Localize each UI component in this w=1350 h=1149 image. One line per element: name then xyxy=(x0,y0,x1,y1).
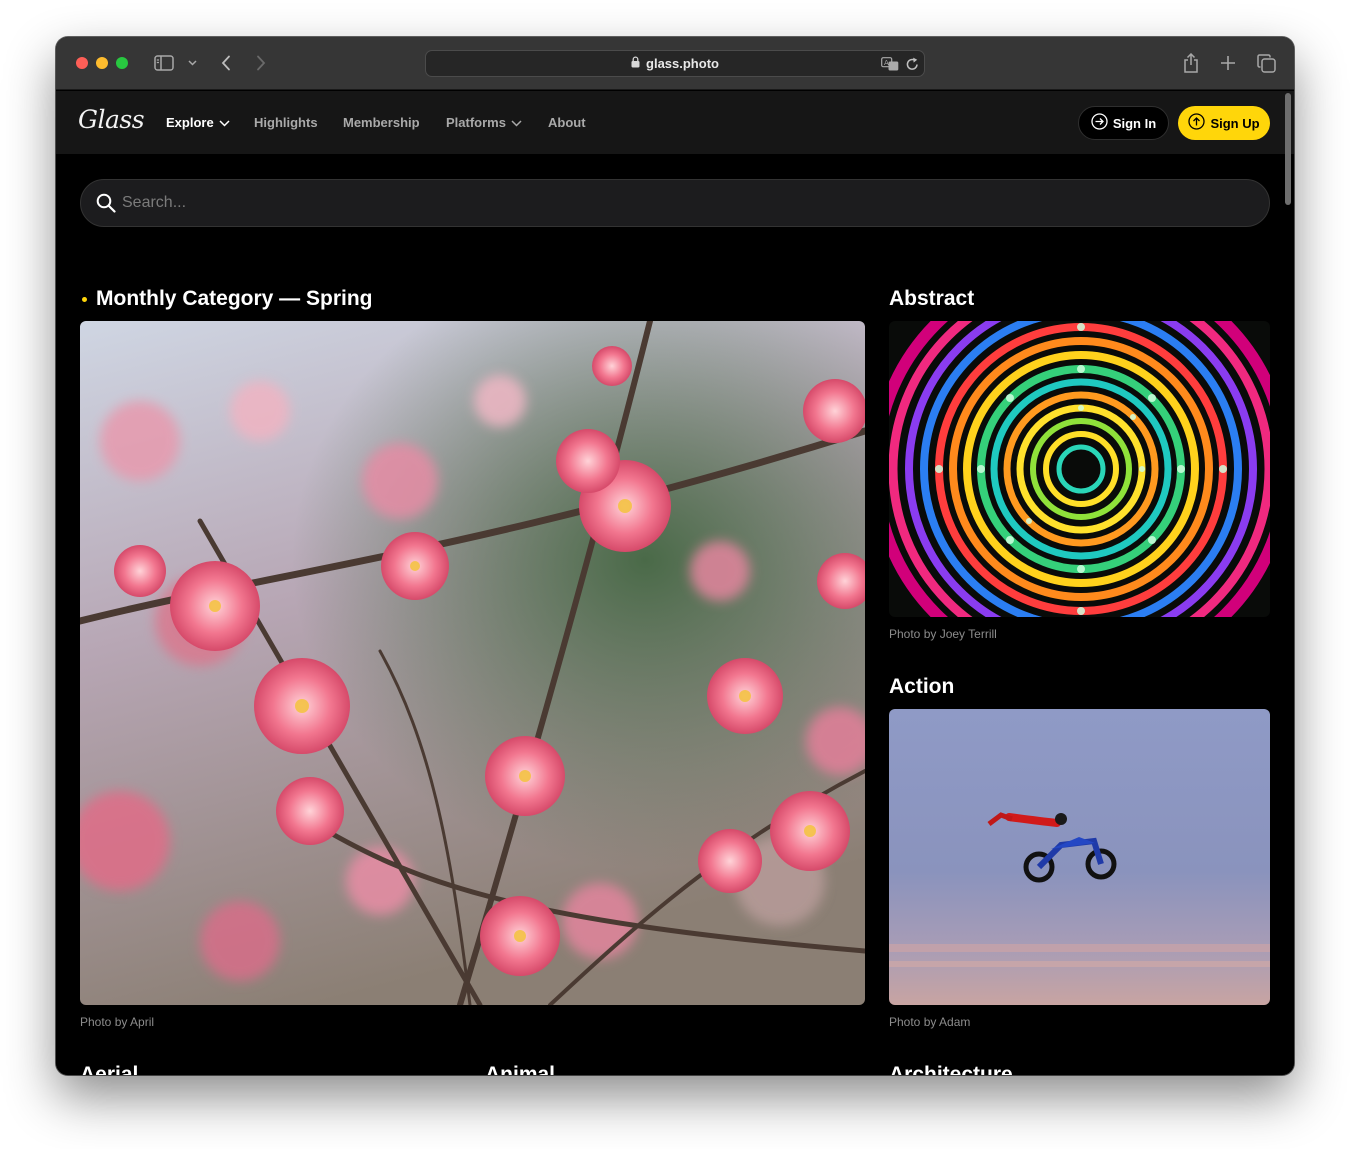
accent-dot-icon xyxy=(82,296,87,302)
abstract-photo[interactable] xyxy=(889,321,1270,617)
forward-icon[interactable] xyxy=(253,51,269,75)
sign-in-arrow-icon xyxy=(1091,113,1108,133)
url-text: glass.photo xyxy=(646,56,719,71)
reload-icon[interactable] xyxy=(906,55,919,73)
abstract-credit[interactable]: Photo by Joey Terrill xyxy=(889,627,997,641)
sign-in-label: Sign In xyxy=(1112,115,1157,131)
nav-explore-label: Explore xyxy=(166,115,214,130)
sign-up-arrow-icon xyxy=(1188,113,1206,133)
category-title-architecture[interactable]: Architecture xyxy=(889,1063,1013,1075)
site-header: Glass Explore Highlights Membership Plat… xyxy=(56,91,1294,154)
web-page: Glass Explore Highlights Membership Plat… xyxy=(56,91,1294,1075)
sign-in-button[interactable]: Sign In xyxy=(1078,106,1169,140)
translate-icon[interactable]: A xyxy=(881,55,899,73)
back-icon[interactable] xyxy=(218,51,234,75)
search-icon xyxy=(96,193,116,218)
category-title-aerial[interactable]: Aerial xyxy=(80,1063,138,1075)
action-photo[interactable] xyxy=(889,709,1270,1005)
browser-toolbar: glass.photo A xyxy=(56,37,1294,90)
svg-text:A: A xyxy=(884,59,889,67)
tab-overview-icon[interactable] xyxy=(1255,51,1277,75)
glass-logo[interactable]: Glass xyxy=(78,105,145,134)
nav-highlights[interactable]: Highlights xyxy=(254,115,318,130)
browser-window: glass.photo A Glass Explore Highlights M… xyxy=(56,37,1294,1075)
nav-platforms-label: Platforms xyxy=(446,115,506,130)
sign-up-button[interactable]: Sign Up xyxy=(1178,106,1270,140)
address-bar[interactable]: glass.photo A xyxy=(425,50,925,77)
zoom-window-button[interactable] xyxy=(116,57,128,69)
featured-title[interactable]: Monthly Category — Spring xyxy=(80,287,373,311)
action-credit[interactable]: Photo by Adam xyxy=(889,1015,970,1029)
nav-membership[interactable]: Membership xyxy=(343,115,420,130)
search-bar[interactable] xyxy=(80,179,1270,227)
featured-photo[interactable] xyxy=(80,321,865,1005)
page-scrollbar[interactable] xyxy=(1285,93,1291,205)
featured-credit[interactable]: Photo by April xyxy=(80,1015,154,1029)
category-title-abstract[interactable]: Abstract xyxy=(889,287,974,311)
chevron-down-icon xyxy=(511,115,522,130)
lock-icon xyxy=(631,56,640,71)
close-window-button[interactable] xyxy=(76,57,88,69)
nav-explore[interactable]: Explore xyxy=(166,115,230,130)
new-tab-icon[interactable] xyxy=(1218,51,1238,75)
sign-up-label: Sign Up xyxy=(1210,115,1260,131)
sidebar-toggle-icon[interactable] xyxy=(153,51,175,75)
category-title-action[interactable]: Action xyxy=(889,675,954,699)
minimize-window-button[interactable] xyxy=(96,57,108,69)
share-icon[interactable] xyxy=(1181,51,1201,75)
chevron-down-icon[interactable] xyxy=(186,51,198,75)
featured-title-text: Monthly Category — Spring xyxy=(96,287,373,310)
nav-about[interactable]: About xyxy=(548,115,586,130)
search-input[interactable] xyxy=(122,180,1242,226)
chevron-down-icon xyxy=(219,115,230,130)
category-title-animal[interactable]: Animal xyxy=(485,1063,555,1075)
nav-platforms[interactable]: Platforms xyxy=(446,115,522,130)
